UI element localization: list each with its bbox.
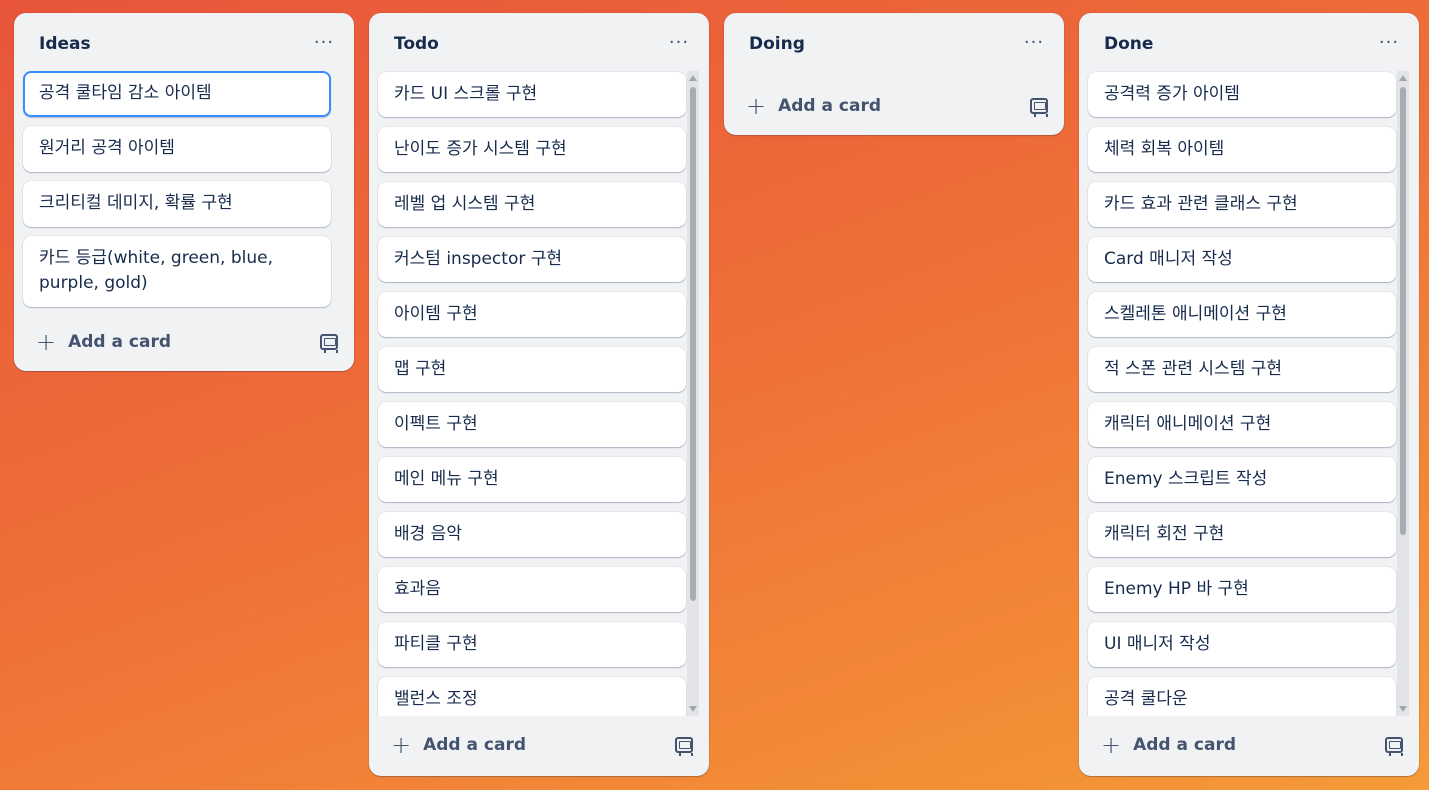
card[interactable]: UI 매니저 작성 xyxy=(1088,622,1396,667)
more-icon[interactable]: ··· xyxy=(1373,26,1405,58)
list-footer: + Add a card xyxy=(14,313,354,371)
card[interactable]: 체력 회복 아이템 xyxy=(1088,127,1396,172)
card[interactable]: 맵 구현 xyxy=(378,347,686,392)
card[interactable]: Enemy 스크립트 작성 xyxy=(1088,457,1396,502)
list-todo: Todo ··· 카드 UI 스크롤 구현 난이도 증가 시스템 구현 레벨 업… xyxy=(369,13,709,776)
list-header: Ideas ··· xyxy=(14,13,354,71)
add-card-label: Add a card xyxy=(68,332,172,352)
card[interactable]: 배경 음악 xyxy=(378,512,686,557)
more-icon[interactable]: ··· xyxy=(1018,26,1050,58)
scrollbar[interactable] xyxy=(687,71,699,716)
scrollbar[interactable] xyxy=(1397,71,1409,716)
add-card-button[interactable]: + Add a card xyxy=(36,330,171,354)
card[interactable]: 캐릭터 회전 구현 xyxy=(1088,512,1396,557)
list-title[interactable]: Todo xyxy=(394,30,439,54)
list-title[interactable]: Doing xyxy=(749,30,805,54)
card-list: 공격력 증가 아이템 체력 회복 아이템 카드 효과 관련 클래스 구현 Car… xyxy=(1079,71,1419,716)
add-card-button[interactable]: + Add a card xyxy=(391,733,526,757)
card[interactable]: 공격 쿨타임 감소 아이템 xyxy=(23,71,331,117)
plus-icon: + xyxy=(746,92,767,120)
list-footer: + Add a card xyxy=(724,77,1064,135)
card-template-icon[interactable] xyxy=(675,737,693,756)
scroll-down-arrow-icon[interactable] xyxy=(1399,706,1407,712)
card[interactable]: Card 매니저 작성 xyxy=(1088,237,1396,282)
card[interactable]: 스켈레톤 애니메이션 구현 xyxy=(1088,292,1396,337)
card[interactable]: 파티클 구현 xyxy=(378,622,686,667)
list-header: Done ··· xyxy=(1079,13,1419,71)
card[interactable]: 카드 효과 관련 클래스 구현 xyxy=(1088,182,1396,227)
card[interactable]: 카드 등급(white, green, blue, purple, gold) xyxy=(23,236,331,307)
card[interactable]: 캐릭터 애니메이션 구현 xyxy=(1088,402,1396,447)
card[interactable]: 효과음 xyxy=(378,567,686,612)
add-card-button[interactable]: + Add a card xyxy=(746,94,881,118)
scrollbar-thumb[interactable] xyxy=(690,87,696,601)
card[interactable]: 아이템 구현 xyxy=(378,292,686,337)
list-title[interactable]: Done xyxy=(1104,30,1153,54)
card-list: 카드 UI 스크롤 구현 난이도 증가 시스템 구현 레벨 업 시스템 구현 커… xyxy=(369,71,709,716)
list-title[interactable]: Ideas xyxy=(39,30,91,54)
card-template-icon[interactable] xyxy=(320,334,338,353)
card[interactable]: 밸런스 조정 xyxy=(378,677,686,716)
list-footer: + Add a card xyxy=(369,716,709,774)
add-card-label: Add a card xyxy=(778,96,882,116)
list-ideas: Ideas ··· 공격 쿨타임 감소 아이템 원거리 공격 아이템 크리티컬 … xyxy=(14,13,354,371)
add-card-button[interactable]: + Add a card xyxy=(1101,733,1236,757)
card[interactable]: 메인 메뉴 구현 xyxy=(378,457,686,502)
card[interactable]: 카드 UI 스크롤 구현 xyxy=(378,72,686,117)
card[interactable]: 원거리 공격 아이템 xyxy=(23,126,331,172)
scroll-up-arrow-icon[interactable] xyxy=(689,75,697,81)
list-done: Done ··· 공격력 증가 아이템 체력 회복 아이템 카드 효과 관련 클… xyxy=(1079,13,1419,776)
card[interactable]: 이펙트 구현 xyxy=(378,402,686,447)
add-card-label: Add a card xyxy=(423,735,527,755)
scroll-up-arrow-icon[interactable] xyxy=(1399,75,1407,81)
list-doing: Doing ··· + Add a card xyxy=(724,13,1064,135)
card-template-icon[interactable] xyxy=(1385,737,1403,756)
card[interactable]: 난이도 증가 시스템 구현 xyxy=(378,127,686,172)
card-list xyxy=(724,71,1064,77)
plus-icon: + xyxy=(1101,731,1122,759)
scroll-down-arrow-icon[interactable] xyxy=(689,706,697,712)
list-header: Doing ··· xyxy=(724,13,1064,71)
card[interactable]: 크리티컬 데미지, 확률 구현 xyxy=(23,181,331,227)
plus-icon: + xyxy=(391,731,412,759)
card[interactable]: Enemy HP 바 구현 xyxy=(1088,567,1396,612)
card[interactable]: 커스텀 inspector 구현 xyxy=(378,237,686,282)
card[interactable]: 공격 쿨다운 xyxy=(1088,677,1396,716)
more-icon[interactable]: ··· xyxy=(308,26,340,58)
card-template-icon[interactable] xyxy=(1030,98,1048,117)
more-icon[interactable]: ··· xyxy=(663,26,695,58)
scrollbar-thumb[interactable] xyxy=(1400,87,1406,535)
card[interactable]: 공격력 증가 아이템 xyxy=(1088,72,1396,117)
list-footer: + Add a card xyxy=(1079,716,1419,774)
card-list: 공격 쿨타임 감소 아이템 원거리 공격 아이템 크리티컬 데미지, 확률 구현… xyxy=(14,71,354,313)
list-header: Todo ··· xyxy=(369,13,709,71)
card[interactable]: 적 스폰 관련 시스템 구현 xyxy=(1088,347,1396,392)
card[interactable]: 레벨 업 시스템 구현 xyxy=(378,182,686,227)
add-card-label: Add a card xyxy=(1133,735,1237,755)
plus-icon: + xyxy=(36,328,57,356)
